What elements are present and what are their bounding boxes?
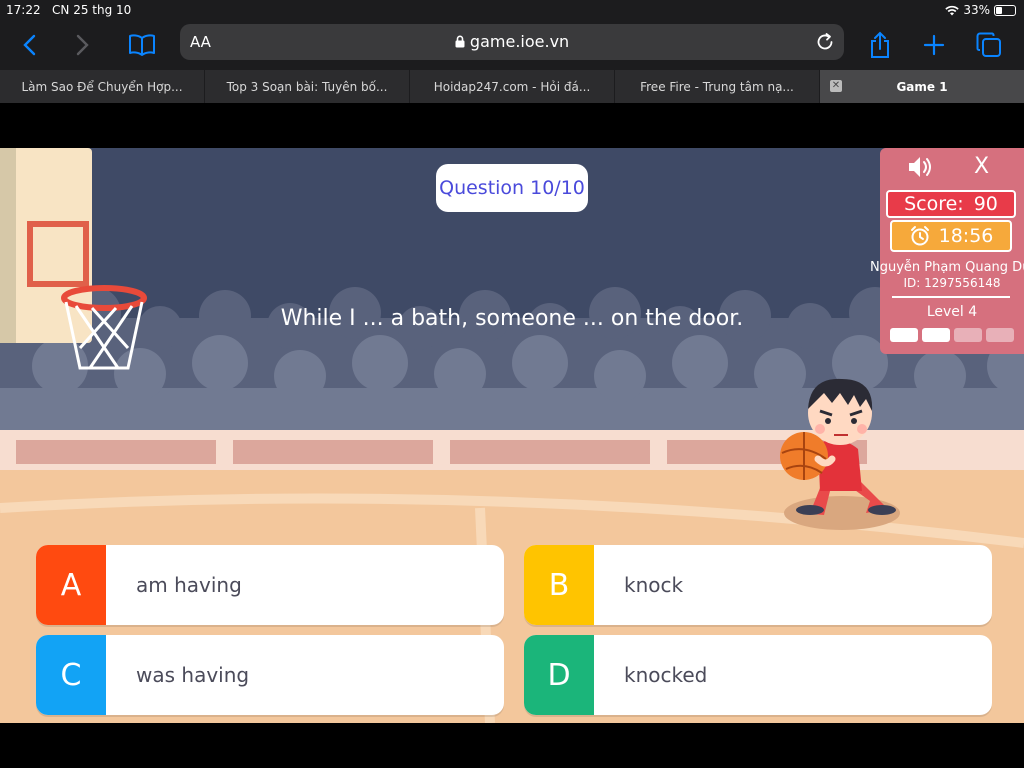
answer-c-button[interactable]: C was having [36,635,504,715]
share-icon [871,31,889,58]
tabs-icon [976,32,1001,57]
player-name: Nguyễn Phạm Quang Du [870,260,1024,275]
answer-c-text: was having [136,663,250,687]
score-panel: X Score: 90 18:56 Nguyễn Phạm Quang Du I… [870,148,1024,354]
answer-a-letter: A [36,545,106,625]
level-progress-segment [890,328,918,342]
answer-c-letter: C [36,635,106,715]
battery-percent: 33% [963,3,990,17]
page-bottom-margin [0,723,1024,768]
close-tab-icon[interactable]: ✕ [830,80,842,92]
back-button[interactable] [12,28,46,62]
status-time: 17:22 [6,3,41,17]
alarm-clock-icon [910,226,929,246]
answer-a-button[interactable]: A am having [36,545,504,625]
lock-icon [455,35,465,48]
level-label: Level 4 [926,304,978,320]
share-button[interactable] [863,28,897,62]
tab-1[interactable]: Làm Sao Để Chuyển Hợp... [0,70,205,103]
plus-icon [923,34,945,56]
panel-divider [892,296,1010,298]
tab-active-label: Game 1 [896,79,948,94]
close-game-button[interactable]: X [974,154,989,179]
timer-box: 18:56 [890,220,1012,252]
tab-2[interactable]: Top 3 Soạn bài: Tuyên bố... [205,70,410,103]
chevron-left-icon [23,34,36,56]
player-id: ID: 1297556148 [903,276,1001,290]
question-counter: Question 10/10 [436,164,588,212]
answer-a-text: am having [136,573,242,597]
bookmarks-button[interactable] [125,28,159,62]
player-character [780,378,900,530]
wifi-icon [945,5,960,15]
answer-b-letter: B [524,545,594,625]
level-progress [890,328,1014,342]
page-top-margin [0,103,1024,148]
score-box: Score: 90 [886,190,1016,218]
speaker-icon[interactable] [906,154,934,180]
game-area: Question 10/10 While I ... a bath, someo… [0,148,1024,723]
level-progress-segment [922,328,950,342]
tab-active[interactable]: ✕ Game 1 [820,70,1024,103]
battery-fill [996,6,1002,14]
status-date: CN 25 thg 10 [52,3,132,17]
answer-b-button[interactable]: B knock [524,545,992,625]
answer-b-text: knock [624,573,684,597]
rail-panel [450,440,650,464]
answer-d-letter: D [524,635,594,715]
timer-value: 18:56 [938,225,994,247]
level-progress-segment [954,328,982,342]
forward-button[interactable] [66,28,100,62]
question-text: While I ... a bath, someone ... on the d… [280,306,744,331]
tabs-overview-button[interactable] [972,28,1006,62]
tab-4[interactable]: Free Fire - Trung tâm nạ... [615,70,820,103]
score-label: Score: [904,193,964,215]
rail-panel [16,440,216,464]
url-text: game.ioe.vn [469,32,570,51]
url-display[interactable]: game.ioe.vn [180,32,844,51]
answer-d-button[interactable]: D knocked [524,635,992,715]
chevron-right-icon [76,34,89,56]
book-icon [129,34,155,56]
address-bar[interactable]: AA game.ioe.vn [180,24,844,60]
tab-3[interactable]: Hoidap247.com - Hỏi đá... [410,70,615,103]
level-progress-segment [986,328,1014,342]
basketball-hoop [0,148,147,370]
status-left: 17:22 CN 25 thg 10 [6,3,131,17]
status-right: 33% [945,3,1016,17]
score-value: 90 [973,193,998,215]
tab-strip: Làm Sao Để Chuyển Hợp... Top 3 Soạn bài:… [0,70,1024,103]
status-bar: 17:22 CN 25 thg 10 33% [0,0,1024,20]
browser-toolbar: AA game.ioe.vn [0,20,1024,70]
reload-icon[interactable] [814,31,836,53]
answer-d-text: knocked [624,663,708,687]
rail-panel [233,440,433,464]
battery-icon [994,4,1016,16]
new-tab-button[interactable] [917,28,951,62]
